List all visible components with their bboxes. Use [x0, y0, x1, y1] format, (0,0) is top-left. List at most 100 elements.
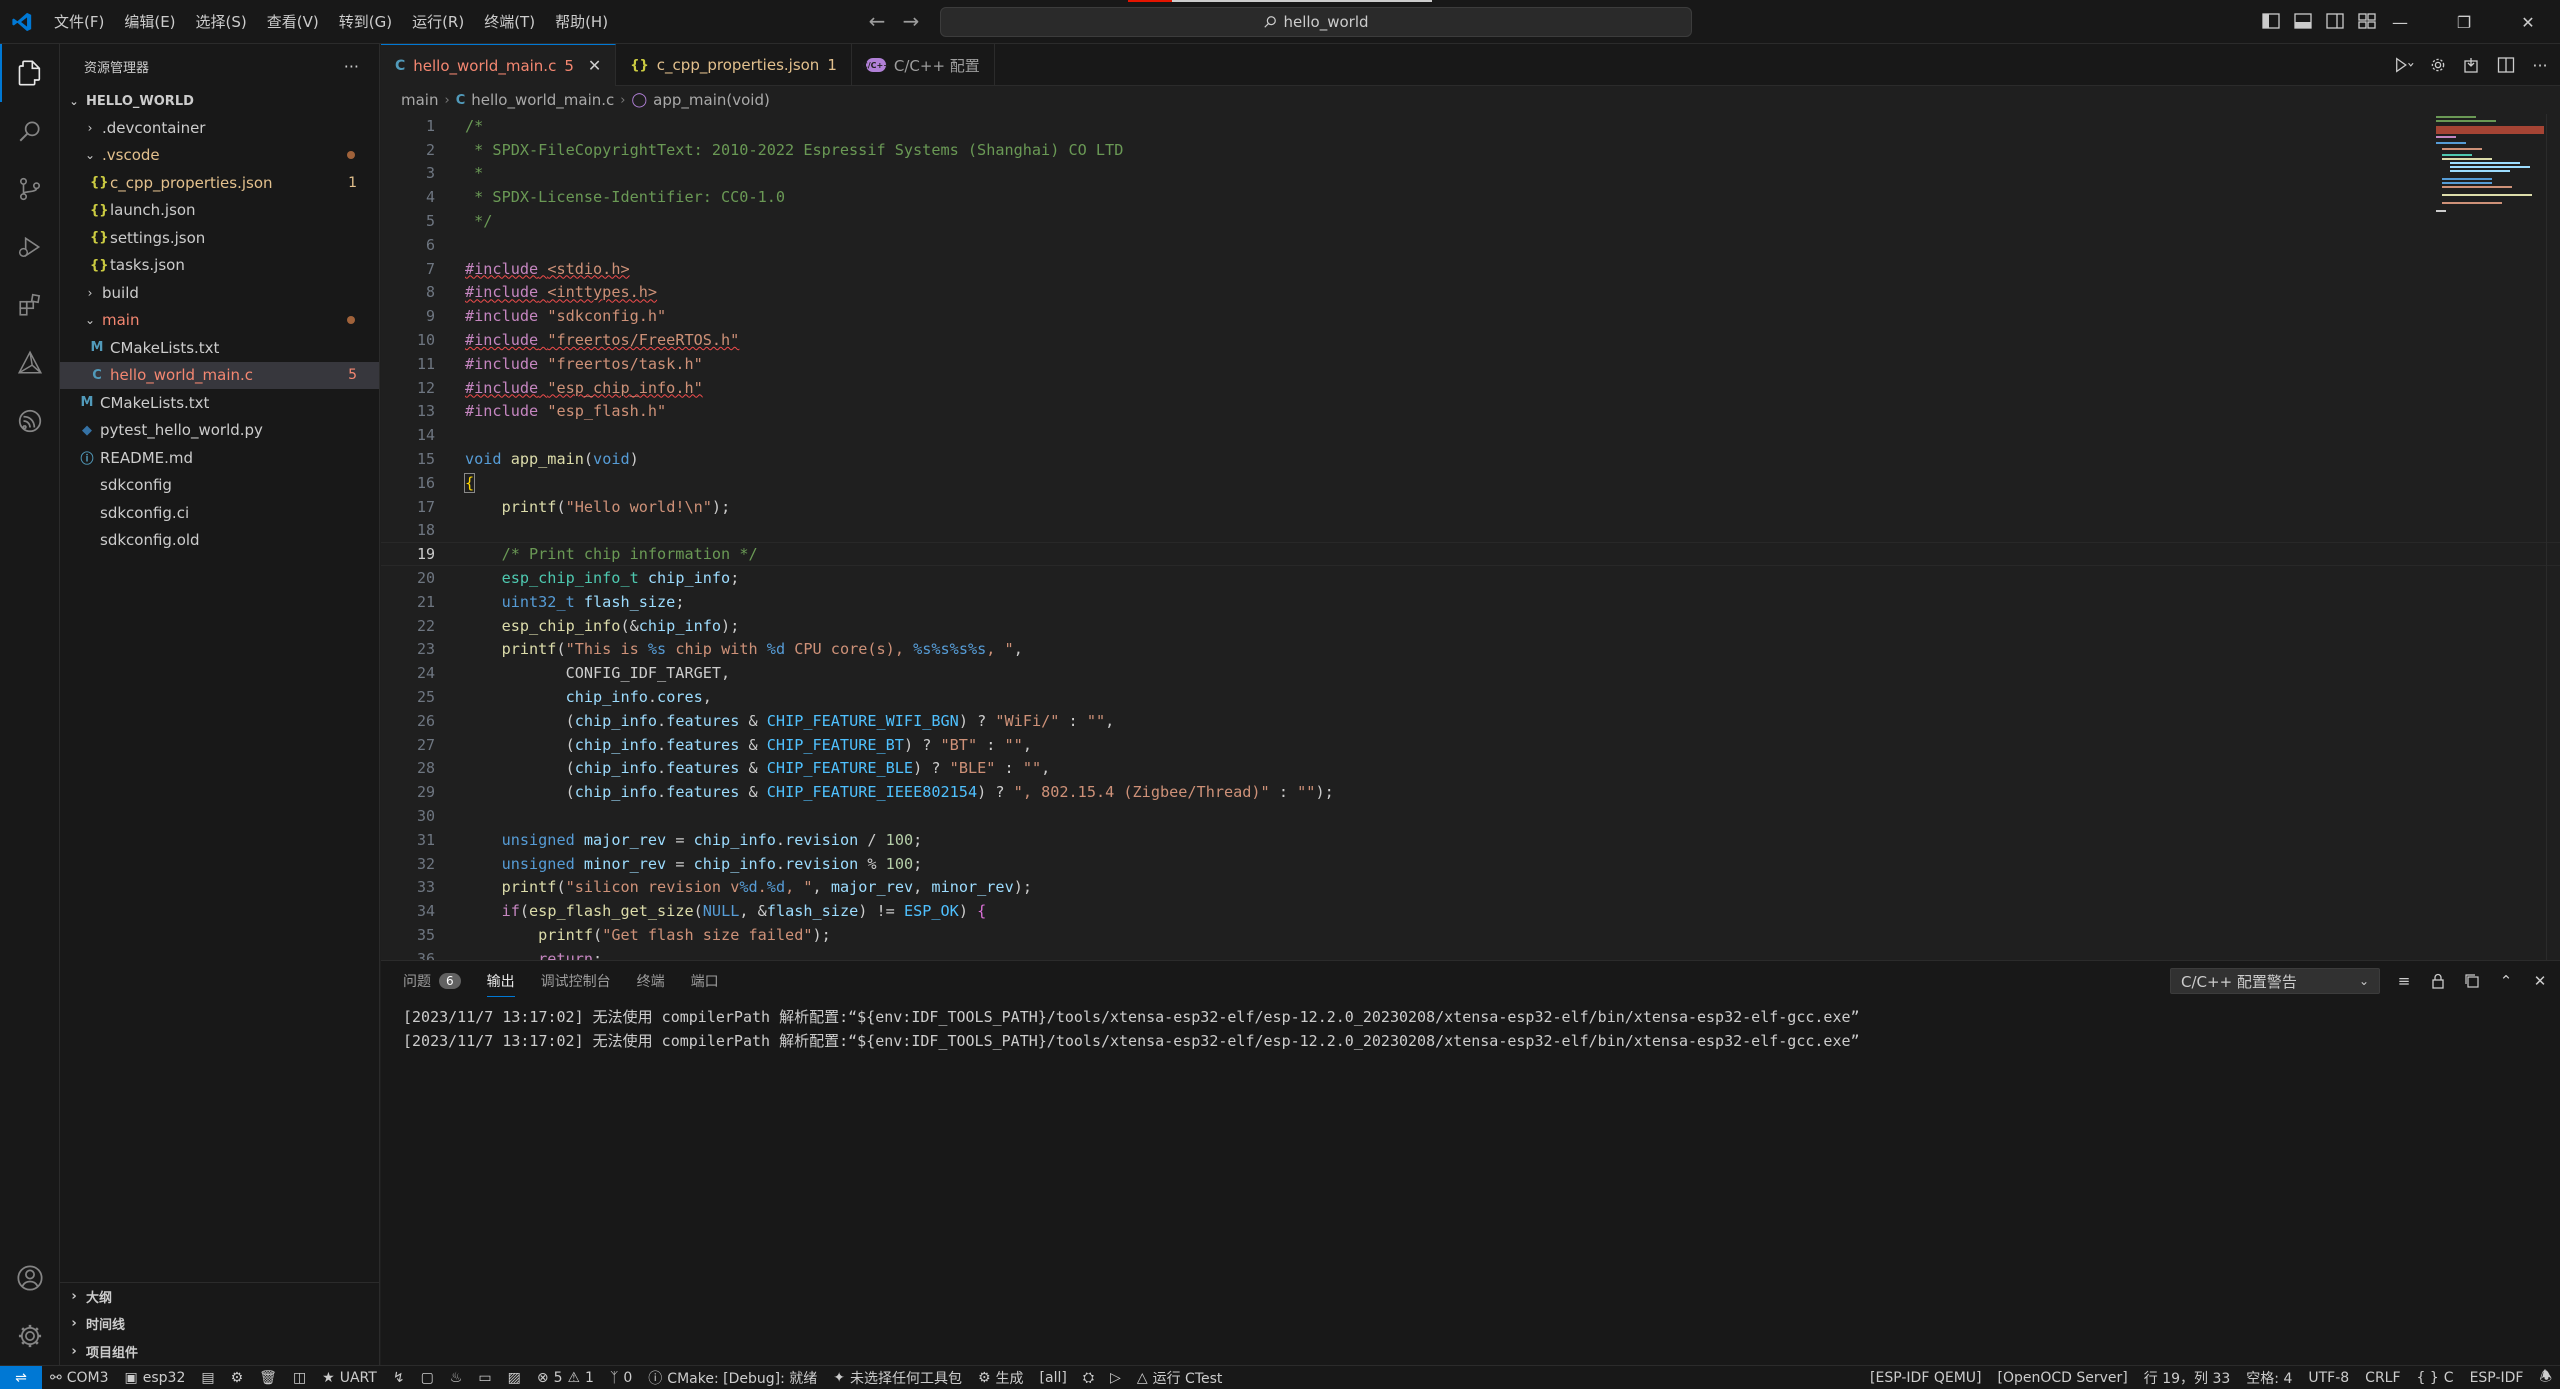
- indentation-item[interactable]: 空格: 4: [2238, 1366, 2300, 1389]
- open-changes-icon[interactable]: [2462, 54, 2482, 76]
- tree-file-sdkconfig[interactable]: sdkconfig: [60, 472, 379, 500]
- menu-terminal[interactable]: 终端(T): [474, 0, 545, 44]
- build-item[interactable]: ◫: [285, 1366, 314, 1389]
- espressif-icon[interactable]: [0, 392, 60, 450]
- flash-item[interactable]: ↯: [385, 1366, 413, 1389]
- tree-file-readme[interactable]: ⓘ README.md: [60, 444, 379, 472]
- panel-tab-terminal[interactable]: 终端: [637, 961, 665, 1001]
- copy-icon[interactable]: [2462, 971, 2482, 991]
- monitor-item[interactable]: ▢: [413, 1366, 442, 1389]
- source-control-icon[interactable]: [0, 160, 60, 218]
- panel-tab-problems[interactable]: 问题 6: [403, 961, 461, 1001]
- tree-file-root-cmakelists[interactable]: M CMakeLists.txt: [60, 389, 379, 417]
- close-tab-icon[interactable]: ✕: [588, 56, 601, 75]
- panel-tab-ports[interactable]: 端口: [691, 961, 719, 1001]
- tree-folder-build[interactable]: › build: [60, 279, 379, 307]
- terminal-item[interactable]: ▭: [470, 1366, 499, 1389]
- language-mode-item[interactable]: { } C: [2409, 1366, 2462, 1389]
- espidf-item[interactable]: ESP-IDF: [2462, 1366, 2532, 1389]
- back-arrow-icon[interactable]: ←: [866, 8, 888, 34]
- tab-c-cpp-properties[interactable]: {} c_cpp_properties.json 1: [616, 44, 852, 86]
- tree-file-launch[interactable]: {} launch.json: [60, 197, 379, 225]
- close-window-icon[interactable]: ✕: [2496, 0, 2560, 44]
- build-flash-monitor-item[interactable]: ♨: [442, 1366, 471, 1389]
- tab-hello-world-main[interactable]: C hello_world_main.c 5 ✕: [381, 44, 617, 86]
- minimize-icon[interactable]: —: [2368, 0, 2432, 44]
- section-outline[interactable]: › 大纲: [60, 1283, 379, 1311]
- cmake-debug-item[interactable]: ⛭: [1075, 1366, 1102, 1389]
- toggle-secondary-sidebar-icon[interactable]: [2324, 10, 2346, 32]
- accounts-icon[interactable]: [0, 1249, 60, 1307]
- restore-icon[interactable]: ❐: [2432, 0, 2496, 44]
- run-debug-icon[interactable]: [0, 218, 60, 276]
- menu-file[interactable]: 文件(F): [44, 0, 114, 44]
- explorer-icon[interactable]: [0, 44, 60, 102]
- cmake-status-item[interactable]: ⓘ CMake: [Debug]: 就绪: [640, 1366, 825, 1389]
- breadcrumb-folder[interactable]: main: [401, 91, 438, 109]
- editor-scrollbar[interactable]: [2546, 114, 2560, 960]
- problems-item[interactable]: ⊗ 5 ⚠ 1: [529, 1366, 602, 1389]
- qemu-item[interactable]: [ESP-IDF QEMU]: [1862, 1366, 1989, 1389]
- tree-file-pytest[interactable]: ◆ pytest_hello_world.py: [60, 417, 379, 445]
- serial-port-item[interactable]: ⚯ COM3: [42, 1366, 117, 1389]
- breadcrumb-symbol[interactable]: app_main(void): [653, 91, 770, 109]
- cmake-target-item[interactable]: [all]: [1032, 1366, 1075, 1389]
- settings-gear-icon[interactable]: [2428, 54, 2448, 76]
- tree-file-tasks[interactable]: {} tasks.json: [60, 252, 379, 280]
- openocd-item[interactable]: [OpenOCD Server]: [1989, 1366, 2135, 1389]
- custom-task-item[interactable]: ▨: [500, 1366, 529, 1389]
- command-center-search[interactable]: hello_world: [940, 7, 1692, 37]
- tree-file-settings[interactable]: {} settings.json: [60, 224, 379, 252]
- tree-folder-devcontainer[interactable]: › .devcontainer: [60, 114, 379, 142]
- search-activity-icon[interactable]: [0, 102, 60, 160]
- ports-item[interactable]: ᛉ0: [602, 1366, 640, 1389]
- split-editor-icon[interactable]: [2496, 54, 2516, 76]
- menu-view[interactable]: 查看(V): [257, 0, 329, 44]
- sdkconfig-editor-item[interactable]: ▤: [193, 1366, 222, 1389]
- panel-tab-output[interactable]: 输出: [486, 961, 515, 1001]
- toggle-panel-icon[interactable]: [2292, 10, 2314, 32]
- manage-gear-icon[interactable]: [0, 1307, 60, 1365]
- toggle-primary-sidebar-icon[interactable]: [2260, 10, 2282, 32]
- remote-indicator-icon[interactable]: ⇌: [0, 1365, 42, 1389]
- ctest-item[interactable]: △ 运行 CTest: [1129, 1366, 1231, 1389]
- code-editor[interactable]: 1 /* 2 * SPDX-FileCopyrightText: 2010-202…: [381, 114, 2560, 960]
- cmake-icon[interactable]: [0, 334, 60, 392]
- target-item[interactable]: ▣ esp32: [117, 1366, 194, 1389]
- menu-run[interactable]: 运行(R): [402, 0, 474, 44]
- minimap[interactable]: [2434, 114, 2546, 254]
- section-project-components[interactable]: › 项目组件: [60, 1338, 379, 1366]
- output-log[interactable]: [2023/11/7 13:17:02] 无法使用 compilerPath 解…: [381, 1001, 2560, 1057]
- cmake-kit-item[interactable]: ✦ 未选择任何工具包: [825, 1366, 970, 1389]
- notifications-item[interactable]: 🕭: [2531, 1366, 2560, 1389]
- tree-file-sdkconfig-ci[interactable]: sdkconfig.ci: [60, 499, 379, 527]
- tree-file-main-cmakelists[interactable]: M CMakeLists.txt: [60, 334, 379, 362]
- tab-c-cpp-config[interactable]: C/C++ C/C++ 配置: [852, 44, 995, 86]
- tree-file-hello-world-main[interactable]: C hello_world_main.c 5: [60, 361, 379, 389]
- menu-edit[interactable]: 编辑(E): [114, 0, 185, 44]
- tree-folder-main[interactable]: ⌄ main: [60, 307, 379, 335]
- tree-file-sdkconfig-old[interactable]: sdkconfig.old: [60, 527, 379, 555]
- full-clean-item[interactable]: 🗑: [251, 1366, 285, 1389]
- filter-list-icon[interactable]: ≡: [2394, 971, 2414, 991]
- more-actions-icon[interactable]: ···: [344, 57, 359, 76]
- encoding-item[interactable]: UTF-8: [2300, 1366, 2357, 1389]
- close-panel-icon[interactable]: ✕: [2530, 971, 2550, 991]
- maximize-panel-icon[interactable]: ⌃: [2496, 971, 2516, 991]
- breadcrumb-file[interactable]: hello_world_main.c: [471, 91, 614, 109]
- cmake-launch-item[interactable]: ▷: [1102, 1366, 1129, 1389]
- panel-tab-debug-console[interactable]: 调试控制台: [541, 961, 611, 1001]
- tree-file-c-cpp-properties[interactable]: {} c_cpp_properties.json 1: [60, 169, 379, 197]
- flash-method-item[interactable]: ★ UART: [314, 1366, 385, 1389]
- cmake-build-item[interactable]: ⚙ 生成: [970, 1366, 1032, 1389]
- menu-selection[interactable]: 选择(S): [186, 0, 257, 44]
- menu-go[interactable]: 转到(G): [329, 0, 402, 44]
- cursor-position-item[interactable]: 行 19，列 33: [2136, 1366, 2239, 1389]
- menuconfig-item[interactable]: ⚙: [223, 1366, 252, 1389]
- eol-item[interactable]: CRLF: [2357, 1366, 2408, 1389]
- output-channel-select[interactable]: C/C++ 配置警告 ⌄: [2170, 968, 2380, 994]
- tree-folder-vscode[interactable]: ⌄ .vscode: [60, 142, 379, 170]
- more-actions-icon[interactable]: ···: [2530, 54, 2550, 76]
- section-timeline[interactable]: › 时间线: [60, 1310, 379, 1338]
- run-debug-dropdown-icon[interactable]: [2394, 54, 2414, 76]
